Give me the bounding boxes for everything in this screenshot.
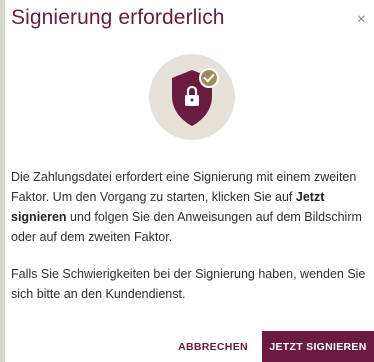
support-text: Falls Sie Schwierigkeiten bei der Signie… — [11, 267, 366, 301]
signing-dialog: Signierung erforderlich × Die Zahlungsda… — [5, 0, 374, 362]
close-icon[interactable]: × — [357, 12, 366, 28]
shield-lock-check-icon — [149, 54, 235, 140]
cancel-button[interactable]: ABBRECHEN — [171, 335, 255, 359]
dialog-title: Signierung erforderlich — [11, 6, 225, 29]
instruction-text: Die Zahlungsdatei erfordert eine Signier… — [11, 167, 371, 247]
sign-now-button[interactable]: JETZT SIGNIEREN — [262, 331, 374, 362]
